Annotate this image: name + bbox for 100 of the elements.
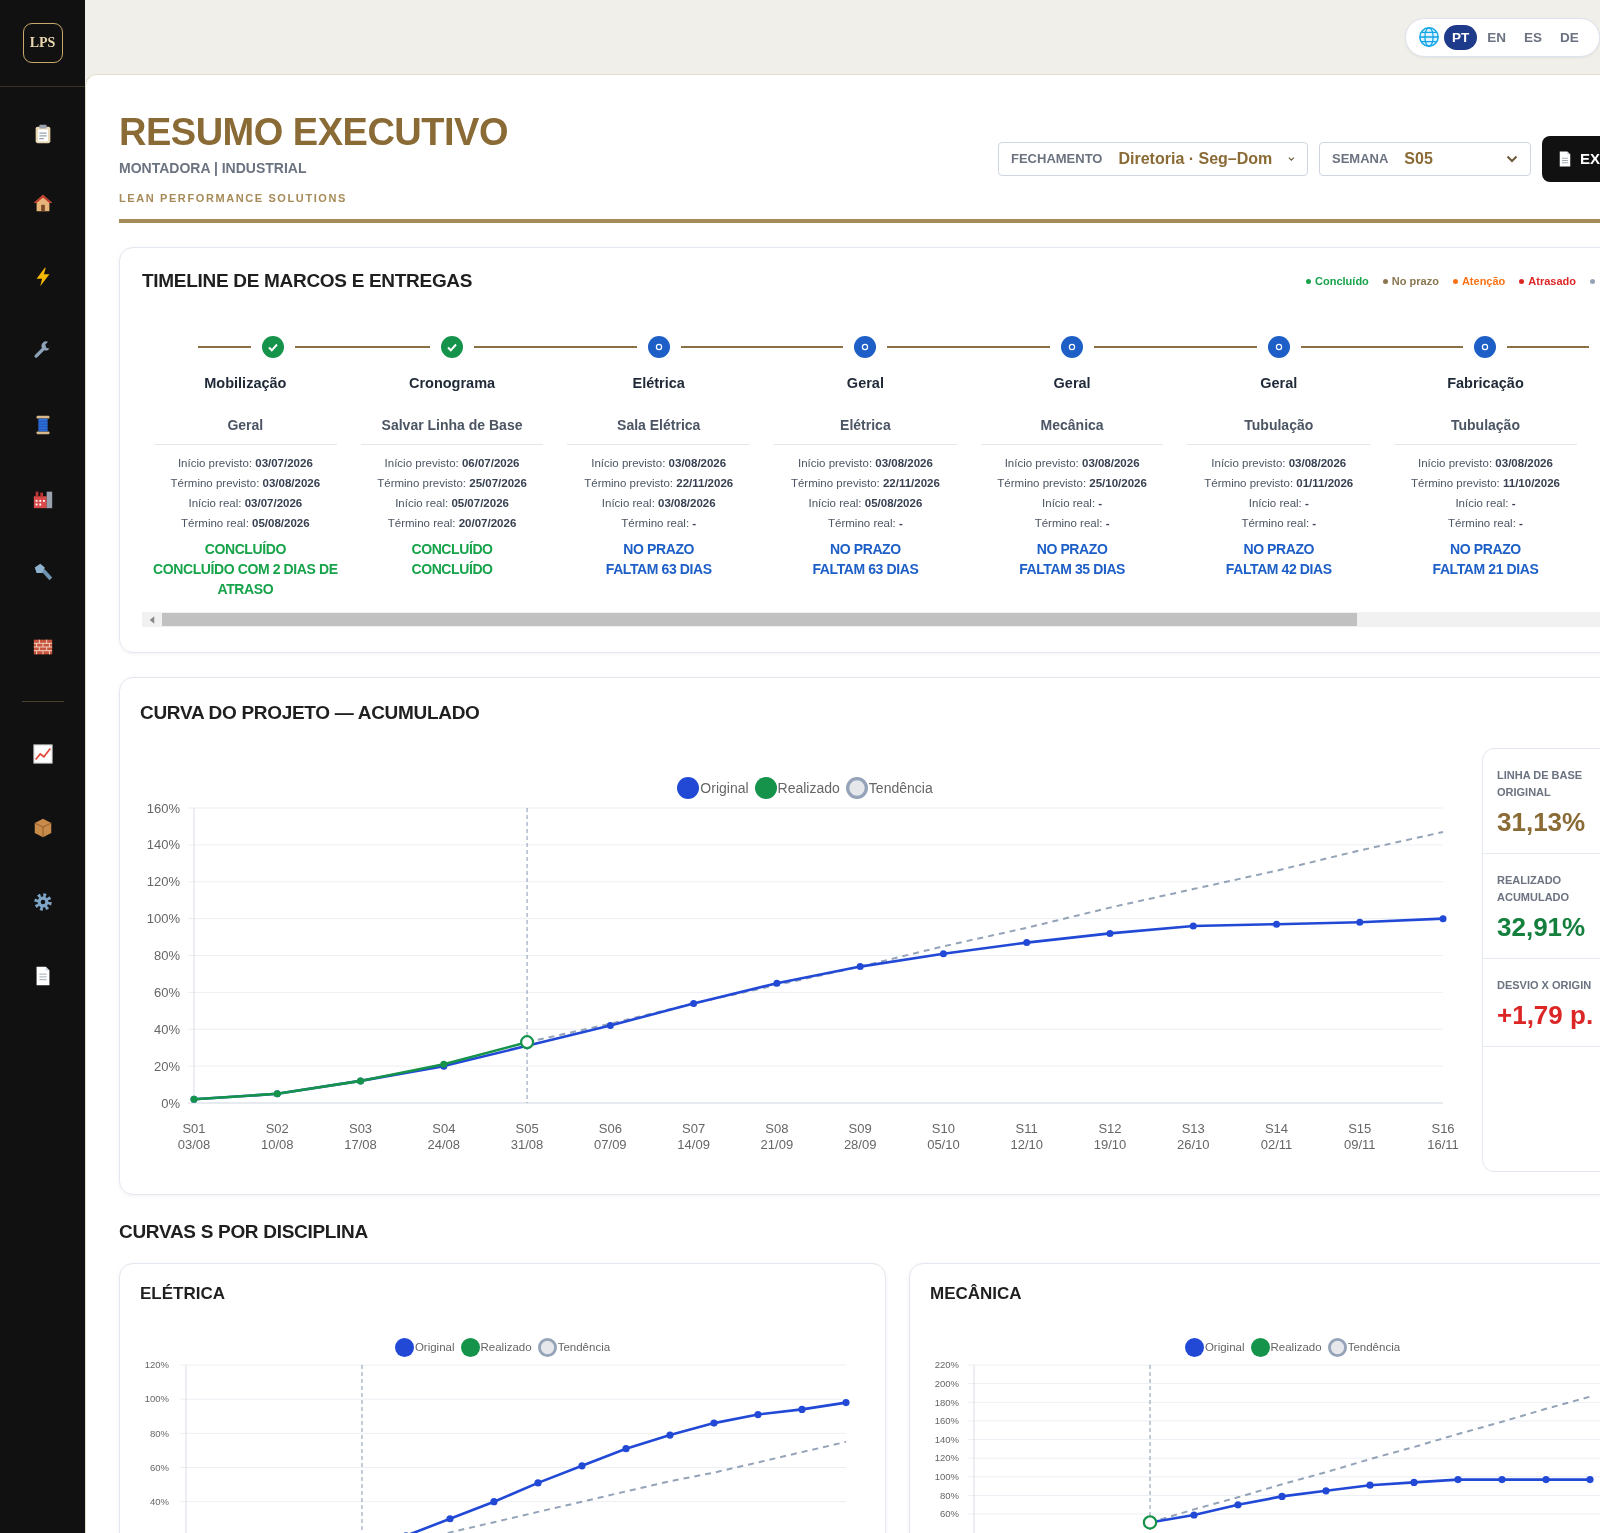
milestone-date: Término real: - [1447, 516, 1524, 531]
export-button[interactable]: EX [1542, 135, 1600, 182]
milestone-date: Término real: 05/08/2026 [180, 516, 311, 531]
legend-label: Concluído [1315, 275, 1369, 287]
chart-title: ELÉTRICA [140, 1284, 226, 1304]
milestone-area: Mecânica [968, 417, 1176, 433]
milestone-date: Início previsto: 03/08/2026 [590, 456, 728, 471]
milestone-date: Término real: - [1240, 516, 1318, 531]
axis-label: 80% [940, 1489, 959, 1501]
axis-label: S11 12/10 [1010, 1121, 1043, 1152]
status-text: FALTAM 42 DIAS [1224, 560, 1333, 579]
milestone-date: Início previsto: 03/08/2026 [1210, 456, 1348, 471]
milestone-date: Término previsto: 22/11/2026 [789, 476, 941, 491]
milestone-date: Início real: - [1247, 496, 1310, 511]
axis-label: 60% [940, 1508, 959, 1520]
kpi-value: 31,13% [1497, 807, 1587, 837]
axis-label: 160% [934, 1415, 959, 1427]
legend-label: Atrasado [1528, 275, 1576, 287]
scrollbar[interactable] [142, 612, 1600, 627]
package-icon[interactable] [31, 817, 54, 839]
milestone-title: Elétrica [631, 375, 686, 391]
status-text: NO PRAZO [1242, 540, 1316, 559]
milestone-date: Término previsto: 11/10/2026 [1410, 476, 1561, 491]
filter-label: FECHAMENTO [1011, 151, 1103, 166]
axis-label: S07 14/09 [677, 1121, 710, 1152]
filter-label: SEMANA [1332, 151, 1389, 166]
milestone-date: Término real: 20/07/2026 [386, 516, 518, 531]
circle-icon [1267, 336, 1290, 358]
filter-dropdown[interactable]: SEMANA S05 [1319, 141, 1531, 176]
milestone-date: Início real: 03/07/2026 [187, 496, 304, 511]
data-point [690, 999, 698, 1007]
milestone-area: Geral [142, 417, 349, 433]
data-point [520, 1035, 535, 1050]
data-point [1189, 922, 1197, 930]
legend-label: Atenção [1461, 275, 1506, 287]
milestone-date: Início previsto: 03/08/2026 [796, 456, 934, 471]
milestone-date: Término real: - [620, 516, 698, 531]
filter-value: Diretoria · Seg–Dom [1118, 149, 1273, 168]
axis-label: S14 02/11 [1260, 1121, 1293, 1152]
chart-title: MECÂNICA [930, 1284, 1023, 1304]
line-chart-icon[interactable] [31, 743, 54, 765]
language-option[interactable]: DE [1552, 24, 1587, 50]
milestone-title: Cronograma [407, 375, 497, 391]
circle-icon [854, 336, 877, 358]
milestone-date: Término previsto: 03/08/2026 [169, 476, 322, 491]
status-text: CONCLUÍDO [203, 540, 287, 559]
axis-label: 40% [153, 1021, 180, 1037]
status-text: NO PRAZO [1035, 540, 1109, 559]
data-point [1356, 918, 1364, 926]
axis-label: 120% [934, 1452, 959, 1464]
status-text: FALTAM 35 DIAS [1018, 560, 1127, 579]
section-title: CURVA DO PROJETO — ACUMULADO [140, 702, 481, 724]
tagline: LEAN PERFORMANCE SOLUTIONS [119, 192, 348, 204]
milestone-date: Início real: 03/08/2026 [600, 496, 717, 511]
filter-dropdown[interactable]: FECHAMENTO Diretoria · Seg–Dom [998, 141, 1308, 176]
logo[interactable]: LPS [22, 23, 63, 63]
kpi-value: 32,91% [1497, 912, 1587, 942]
scrollbar-thumb[interactable] [162, 613, 1357, 626]
status-text: NO PRAZO [622, 540, 696, 559]
data-point [1439, 915, 1447, 923]
chevron-down-icon [1288, 154, 1295, 163]
status-text: NO PRAZO [1449, 540, 1522, 559]
axis-label: S04 24/08 [427, 1121, 461, 1152]
status-text: CONCLUÍDO [410, 560, 494, 579]
data-point [939, 950, 947, 958]
circle-icon [1474, 336, 1497, 358]
page-subtitle: MONTADORA | INDUSTRIAL [119, 160, 308, 176]
milestone-title: Fabricação [1446, 375, 1525, 391]
language-option[interactable]: PT [1444, 24, 1478, 50]
milestone-area: Sala Elétrica [555, 417, 763, 433]
milestone-date: Término previsto: 22/11/2026 [583, 476, 735, 491]
milestone-date: Término previsto: 25/07/2026 [376, 476, 528, 491]
axis-label: S06 07/09 [594, 1121, 627, 1152]
globe-icon [1418, 26, 1440, 48]
language-option[interactable]: EN [1479, 24, 1515, 50]
legend-label: Realizado [777, 780, 840, 796]
settings-icon[interactable] [31, 891, 54, 913]
axis-label: 60% [153, 984, 180, 1000]
axis-label: 80% [150, 1427, 169, 1439]
status-text: CONCLUÍDO COM 2 DIAS DE ATRASO [152, 560, 339, 599]
data-point [1273, 920, 1280, 928]
milestone-date: Início previsto: 03/08/2026 [1417, 456, 1554, 471]
axis-label: 140% [934, 1433, 959, 1445]
axis-label: 200% [934, 1377, 959, 1389]
check-icon [262, 336, 285, 358]
status-text: FALTAM 21 DIAS [1431, 560, 1540, 579]
circle-icon [647, 336, 670, 358]
axis-label: 100% [146, 911, 180, 927]
language-option[interactable]: ES [1516, 24, 1551, 50]
filter-value: S05 [1404, 149, 1433, 168]
milestone-title: Geral [845, 375, 885, 391]
axis-label: 60% [150, 1461, 169, 1473]
milestone-date: Início real: - [1041, 496, 1104, 511]
axis-label: 160% [146, 800, 180, 816]
axis-label: 20% [153, 1058, 180, 1074]
legend-label: Tendência [1347, 1341, 1401, 1353]
axis-label: 120% [146, 874, 180, 890]
house-icon[interactable] [31, 192, 54, 214]
legend-label: Original [414, 1341, 455, 1353]
data-point [773, 979, 781, 987]
